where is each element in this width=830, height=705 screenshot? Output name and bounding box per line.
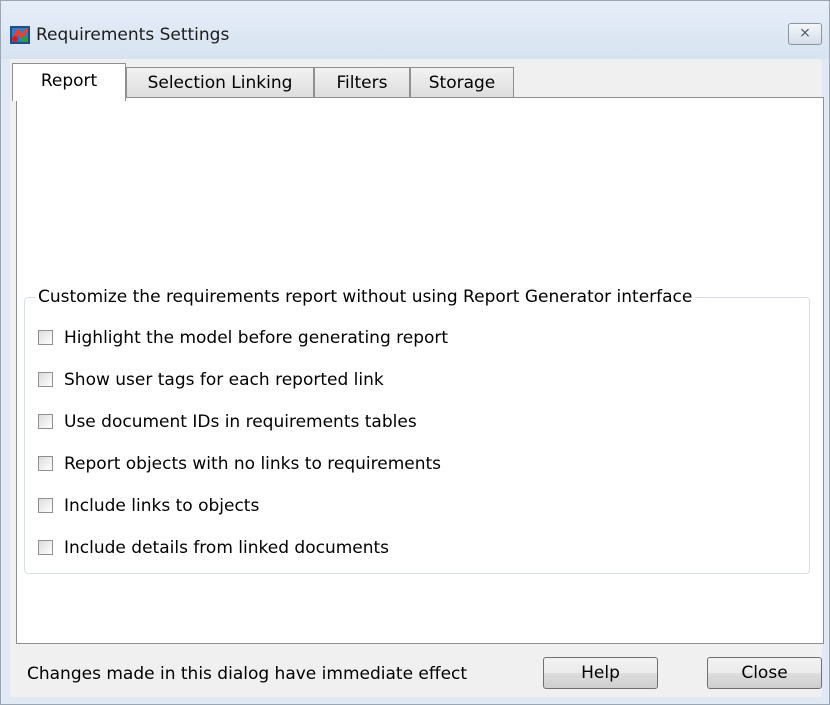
use-document-ids-checkbox[interactable]	[38, 413, 53, 429]
help-button[interactable]: Help	[543, 657, 658, 689]
option-include-document-details[interactable]: Include details from linked documents	[38, 538, 389, 560]
simulink-icon	[10, 26, 30, 44]
tab-storage[interactable]: Storage	[410, 67, 514, 99]
tab-report-label: Report	[40, 71, 98, 91]
include-document-details-label: Include details from linked documents	[64, 538, 390, 558]
use-document-ids-label: Use document IDs in requirements tables	[64, 412, 417, 432]
highlight-model-checkbox[interactable]	[38, 329, 53, 345]
tab-filters[interactable]: Filters	[314, 67, 410, 99]
close-icon: ⨯	[799, 25, 811, 41]
requirements-settings-dialog: Requirements Settings ⨯ Report Selection…	[0, 0, 830, 705]
show-user-tags-checkbox[interactable]	[38, 371, 53, 387]
option-report-unlinked-objects[interactable]: Report objects with no links to requirem…	[38, 454, 441, 476]
window-title: Requirements Settings	[36, 25, 230, 45]
tab-filters-label: Filters	[336, 73, 388, 93]
title-bar[interactable]: Requirements Settings ⨯	[1, 1, 829, 59]
option-use-document-ids[interactable]: Use document IDs in requirements tables	[38, 412, 417, 434]
report-unlinked-objects-label: Report objects with no links to requirem…	[64, 454, 442, 474]
report-tab-panel: Customize the requirements report withou…	[16, 97, 824, 644]
report-options-legend: Customize the requirements report withou…	[35, 287, 696, 307]
tab-storage-label: Storage	[428, 73, 496, 93]
report-unlinked-objects-checkbox[interactable]	[38, 455, 53, 471]
dialog-client-area: Report Selection Linking Filters Storage…	[10, 59, 824, 697]
tab-selection-linking-label: Selection Linking	[147, 73, 293, 93]
option-include-links-to-objects[interactable]: Include links to objects	[38, 496, 259, 518]
close-window-button[interactable]: ⨯	[788, 23, 822, 45]
highlight-model-label: Highlight the model before generating re…	[64, 328, 449, 348]
close-button[interactable]: Close	[707, 657, 822, 689]
option-show-user-tags[interactable]: Show user tags for each reported link	[38, 370, 384, 392]
include-links-to-objects-checkbox[interactable]	[38, 497, 53, 513]
status-message: Changes made in this dialog have immedia…	[27, 664, 468, 684]
include-document-details-checkbox[interactable]	[38, 539, 53, 555]
show-user-tags-label: Show user tags for each reported link	[64, 370, 384, 390]
report-options-group: Customize the requirements report withou…	[24, 287, 810, 574]
tab-selection-linking[interactable]: Selection Linking	[126, 67, 314, 99]
include-links-to-objects-label: Include links to objects	[64, 496, 260, 516]
option-highlight-model[interactable]: Highlight the model before generating re…	[38, 328, 448, 350]
tab-report[interactable]: Report	[12, 63, 126, 101]
